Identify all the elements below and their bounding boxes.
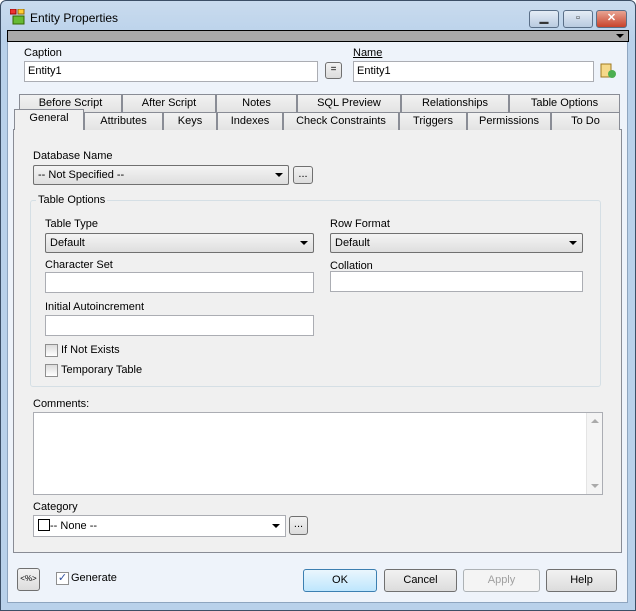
tab-permissions[interactable]: Permissions (467, 112, 551, 130)
generate-label: Generate (71, 572, 117, 584)
name-input[interactable]: Entity1 (353, 61, 594, 82)
character-set-label: Character Set (45, 259, 113, 271)
scroll-up-icon[interactable] (591, 419, 599, 423)
category-color-swatch (38, 519, 50, 531)
table-type-value: Default (50, 237, 85, 249)
database-name-value: -- Not Specified -- (38, 169, 125, 181)
temporary-table-checkbox[interactable] (45, 364, 58, 377)
close-button[interactable]: ✕ (596, 10, 627, 28)
collation-input[interactable] (330, 271, 583, 292)
table-type-select[interactable]: Default (45, 233, 314, 253)
generate-checkbox[interactable]: ✓ (56, 572, 69, 585)
tab-sql-preview[interactable]: SQL Preview (297, 94, 401, 112)
tab-relationships[interactable]: Relationships (401, 94, 509, 112)
category-value: -- None -- (50, 520, 98, 532)
tab-table-options[interactable]: Table Options (509, 94, 620, 112)
entity-app-icon (9, 8, 26, 25)
ok-button[interactable]: OK (303, 569, 377, 592)
name-label-text: Name (353, 47, 383, 59)
macro-button[interactable]: <%> (17, 568, 40, 591)
help-button[interactable]: Help (546, 569, 617, 592)
chevron-down-icon (272, 524, 280, 528)
if-not-exists-checkbox[interactable] (45, 344, 58, 357)
tab-check-constraints[interactable]: Check Constraints (283, 112, 399, 130)
maximize-button[interactable]: ▫ (563, 10, 593, 28)
apply-button[interactable]: Apply (463, 569, 540, 592)
name-label: Name (353, 47, 382, 59)
minimize-button[interactable]: ▁ (529, 10, 559, 28)
if-not-exists-label: If Not Exists (61, 344, 120, 356)
category-label: Category (33, 501, 78, 513)
scroll-down-icon[interactable] (591, 484, 599, 488)
generate-label-text: Generate (71, 572, 117, 584)
tab-triggers[interactable]: Triggers (399, 112, 467, 130)
table-options-label: Table Options (36, 194, 108, 206)
tab-general[interactable]: General (14, 109, 84, 130)
row-format-select[interactable]: Default (330, 233, 583, 253)
database-name-label: Database Name (33, 150, 113, 162)
table-type-label: Table Type (45, 218, 99, 230)
row-format-label: Row Format (330, 218, 390, 230)
category-browse-button[interactable]: ... (289, 516, 308, 535)
tab-indexes[interactable]: Indexes (217, 112, 283, 130)
chevron-down-icon (300, 241, 308, 245)
chevron-down-icon (275, 173, 283, 177)
initial-autoincrement-label: Initial Autoincrement (45, 301, 145, 313)
caption-label: Caption (24, 47, 62, 59)
tab-notes[interactable]: Notes (216, 94, 297, 112)
comments-label: Comments: (33, 398, 90, 410)
comments-scrollbar[interactable] (586, 413, 602, 494)
table-options-group (30, 200, 601, 387)
name-validate-icon[interactable] (600, 63, 616, 79)
caption-input[interactable]: Entity1 (24, 61, 318, 82)
database-name-select[interactable]: -- Not Specified -- (33, 165, 289, 185)
tab-to-do[interactable]: To Do (551, 112, 620, 130)
tab-attributes[interactable]: Attributes (84, 112, 163, 130)
toolbar-strip[interactable] (7, 30, 629, 42)
window-title: Entity Properties (30, 11, 119, 25)
tab-keys[interactable]: Keys (163, 112, 217, 130)
initial-autoincrement-input[interactable] (45, 315, 314, 336)
dropdown-triangle-icon[interactable] (616, 34, 624, 38)
chevron-down-icon (569, 241, 577, 245)
database-browse-button[interactable]: ... (293, 166, 313, 184)
tab-after-script[interactable]: After Script (122, 94, 216, 112)
category-select[interactable]: -- None -- (33, 515, 286, 537)
comments-textarea[interactable] (33, 412, 603, 495)
temporary-table-label: Temporary Table (61, 364, 143, 376)
sync-names-button[interactable]: = (325, 62, 342, 79)
row-format-value: Default (335, 237, 370, 249)
cancel-button[interactable]: Cancel (384, 569, 457, 592)
character-set-input[interactable] (45, 272, 314, 293)
